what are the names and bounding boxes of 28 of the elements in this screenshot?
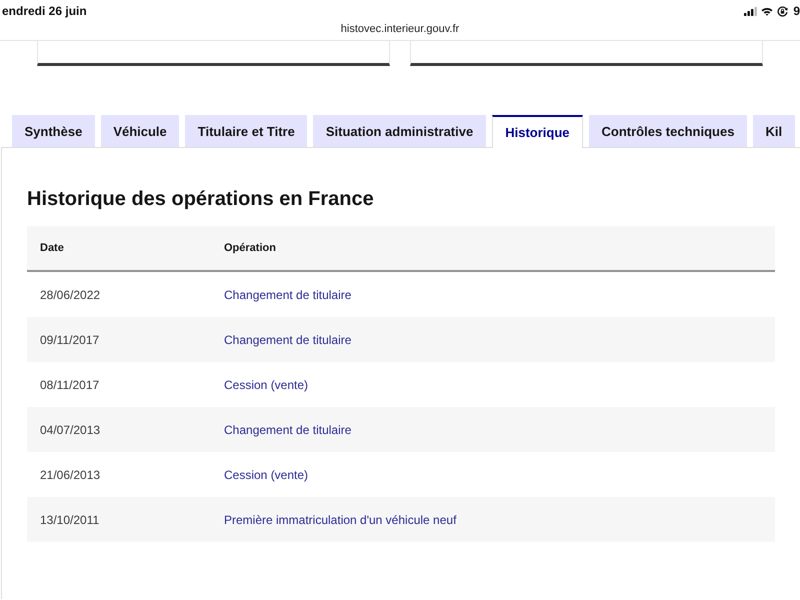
table-cell: 09/11/2017 [40, 332, 100, 346]
column-header: Date [39, 242, 65, 254]
operation-link[interactable]: Changement de titulaire [224, 332, 352, 346]
table-cell: 04/07/2013 [40, 422, 100, 436]
url-text[interactable]: histovec.interieur.gouv.fr [340, 22, 460, 36]
operation-link[interactable]: Première immatriculation d'un véhicule neuf [224, 512, 456, 526]
table-cell: 13/10/2011 [40, 512, 100, 526]
battery-percentage: 9 [792, 4, 800, 18]
column-header: Opération [223, 242, 277, 254]
tab[interactable]: Véhicule [100, 115, 180, 147]
table-cell: 21/06/2013 [40, 468, 100, 482]
tab[interactable]: Situation administrative [313, 115, 486, 147]
wifi-icon [761, 6, 774, 16]
date-text: endredi 26 juin [2, 4, 87, 18]
table-cell: 28/06/2022 [40, 288, 100, 302]
tab[interactable]: Titulaire et Titre [185, 115, 308, 147]
operation-link[interactable]: Changement de titulaire [224, 422, 352, 436]
tab[interactable]: Kil [752, 115, 795, 147]
signal-icon [744, 6, 758, 16]
operation-link[interactable]: Changement de titulaire [224, 288, 352, 302]
operation-link[interactable]: Cession (vente) [224, 468, 308, 482]
table-cell: 08/11/2017 [40, 378, 100, 392]
section-title: Historique des opérations en France [27, 187, 375, 212]
operation-link[interactable]: Cession (vente) [224, 378, 308, 392]
tab[interactable]: Synthèse [12, 115, 95, 147]
tab[interactable]: Historique [492, 115, 584, 148]
rotation-lock-icon [777, 6, 788, 16]
tab[interactable]: Contrôles techniques [589, 115, 747, 147]
